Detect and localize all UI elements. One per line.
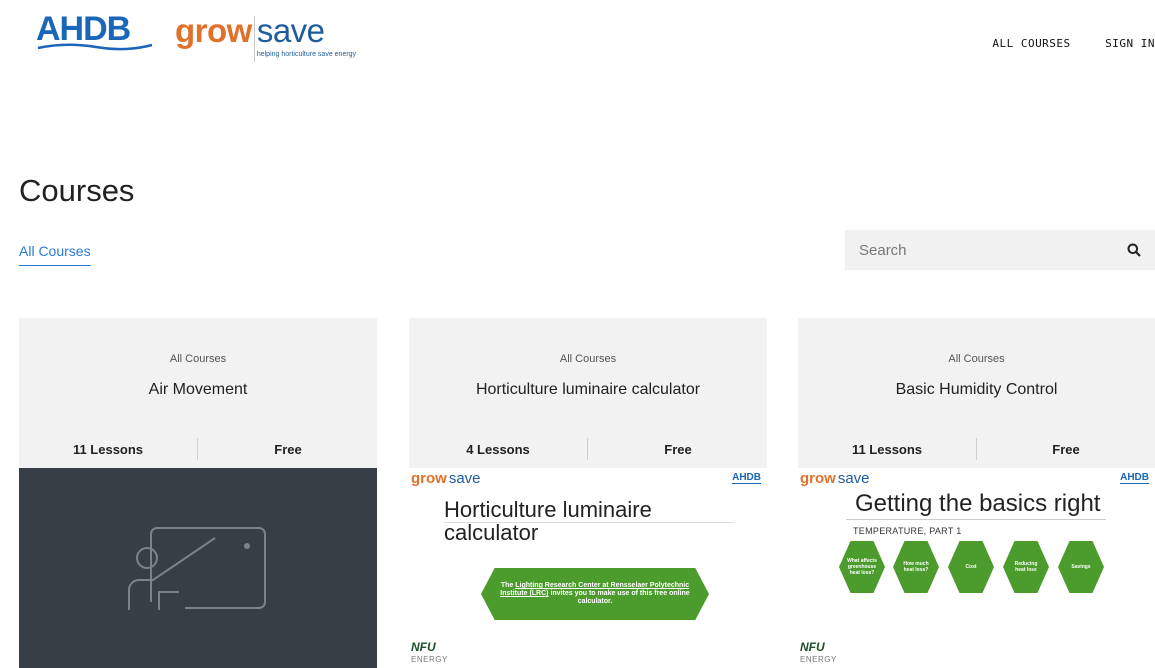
- growsave-logo-grow: grow: [175, 12, 252, 49]
- stats-divider: [197, 438, 198, 460]
- site-header: AHDB grow save helping horticulture save…: [0, 0, 1155, 75]
- course-lessons: 4 Lessons: [466, 442, 530, 457]
- nav-sign-in[interactable]: SIGN IN: [1105, 37, 1155, 50]
- search-input[interactable]: [845, 230, 1115, 270]
- course-card-basic-humidity[interactable]: All Courses Basic Humidity Control 11 Le…: [798, 318, 1155, 668]
- search-icon[interactable]: [1127, 243, 1141, 262]
- slide-title-rule: [846, 519, 1106, 520]
- slide-ahdb-logo: AHDB: [1120, 472, 1149, 484]
- course-category: All Courses: [948, 353, 1005, 365]
- slide-growsave-logo: grow save: [800, 470, 870, 487]
- nfu-energy-logo: NFU ENERGY: [411, 640, 448, 664]
- slide-title-rule: [444, 522, 734, 523]
- slide-hex: How much heat loss?: [893, 541, 939, 593]
- growsave-logo[interactable]: grow save helping horticulture save ener…: [175, 12, 357, 62]
- course-title[interactable]: Basic Humidity Control: [798, 381, 1155, 399]
- growsave-logo-save: save: [256, 12, 325, 49]
- slide-hex: Cost: [948, 541, 994, 593]
- slide-hex: Reducing heat loss: [1003, 541, 1049, 593]
- slide-ahdb-logo: AHDB: [732, 472, 761, 484]
- course-stats: 4 Lessons Free: [409, 436, 767, 466]
- logo-divider: [253, 16, 255, 62]
- growsave-tagline: helping horticulture save energy: [256, 51, 357, 58]
- presentation-board-icon: [128, 527, 266, 610]
- course-thumbnail[interactable]: grow save AHDB Horticulture luminaire cal…: [409, 468, 767, 668]
- slide-growsave-logo: grow save: [411, 470, 481, 487]
- page-title: Courses: [19, 173, 135, 208]
- course-thumbnail[interactable]: grow save AHDB Getting the basics right T…: [798, 468, 1155, 668]
- nfu-energy-logo: NFU ENERGY: [800, 640, 837, 664]
- slide-hex: What affects greenhouse heat loss?: [839, 541, 885, 593]
- ahdb-logo-text: AHDB: [36, 10, 131, 48]
- course-title[interactable]: Air Movement: [19, 381, 377, 399]
- course-price: Free: [274, 442, 302, 457]
- course-price: Free: [1052, 442, 1080, 457]
- ahdb-wave-icon: [37, 43, 153, 51]
- course-category: All Courses: [559, 353, 617, 365]
- ahdb-logo[interactable]: AHDB: [36, 10, 153, 51]
- course-thumbnail[interactable]: [19, 468, 377, 668]
- course-lessons: 11 Lessons: [851, 442, 923, 457]
- slide-banner: The Lighting Research Center at Renssela…: [481, 568, 709, 620]
- slide-subtitle: TEMPERATURE, PART 1: [853, 526, 962, 536]
- course-category: All Courses: [169, 353, 227, 365]
- slide-title: Horticulture luminaire calculator: [444, 497, 652, 545]
- course-price: Free: [664, 442, 692, 457]
- stats-divider: [587, 438, 588, 460]
- course-lessons: 11 Lessons: [72, 442, 144, 457]
- course-title[interactable]: Horticulture luminaire calculator: [409, 381, 767, 399]
- course-card-air-movement[interactable]: All Courses Air Movement 11 Lessons Free: [19, 318, 377, 668]
- course-stats: 11 Lessons Free: [19, 436, 377, 466]
- slide-title: Getting the basics right: [855, 490, 1101, 517]
- search-box: [845, 230, 1155, 270]
- slide-hex: Savings: [1058, 541, 1104, 593]
- nav-all-courses[interactable]: ALL COURSES: [992, 37, 1070, 50]
- top-nav: ALL COURSES SIGN IN: [992, 34, 1155, 52]
- course-card-luminaire-calculator[interactable]: All Courses Horticulture luminaire calcu…: [409, 318, 767, 668]
- course-stats: 11 Lessons Free: [798, 436, 1155, 466]
- filter-tab-all-courses[interactable]: All Courses: [19, 243, 91, 266]
